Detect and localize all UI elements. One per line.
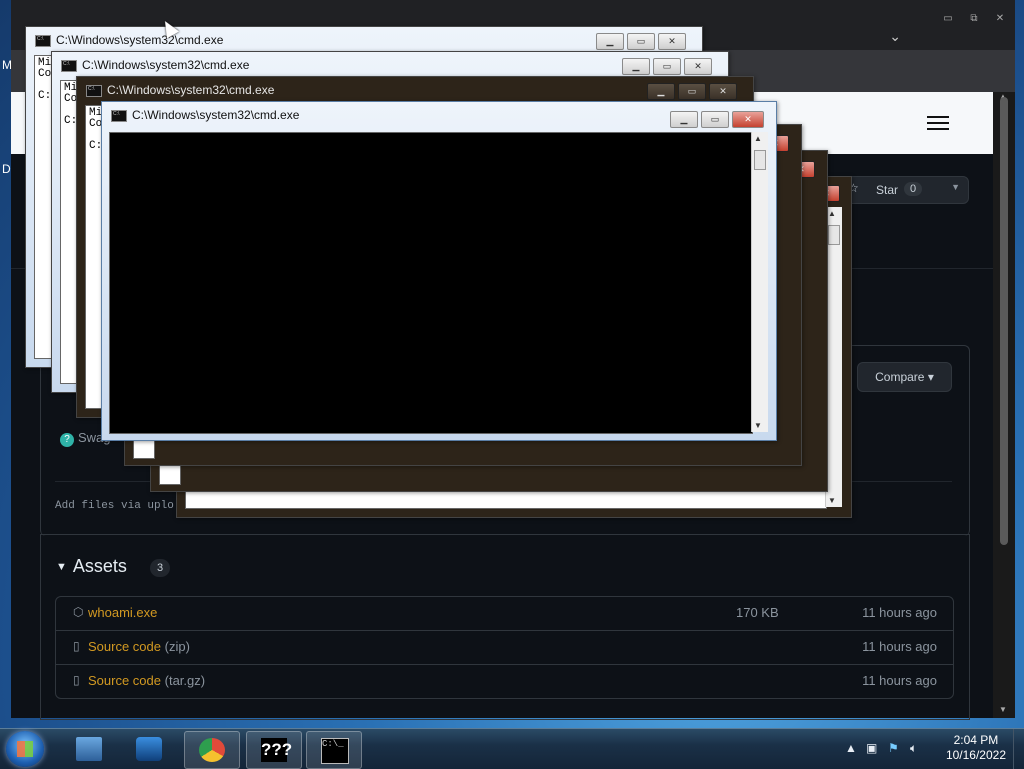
assets-title: Assets: [72, 556, 127, 576]
asset-link[interactable]: whoami.exe: [88, 605, 157, 620]
file-zip-icon: ▯: [73, 673, 80, 687]
browser-window-controls: ▭ ⧉ ✕: [937, 12, 1011, 26]
asset-link[interactable]: Source code (tar.gz): [88, 673, 205, 688]
window-title: C:\Windows\system32\cmd.exe: [56, 33, 224, 47]
maximize-icon[interactable]: ⧉: [963, 12, 985, 26]
cmd-icon: [35, 35, 51, 47]
page-scrollbar[interactable]: ▲ ▼: [993, 92, 1015, 718]
close-icon[interactable]: ✕: [658, 33, 686, 50]
hamburger-menu-icon[interactable]: [927, 112, 949, 134]
package-icon: ⬡: [73, 605, 84, 619]
minimize-icon[interactable]: ▁: [647, 83, 675, 100]
close-icon[interactable]: ✕: [732, 111, 764, 128]
volume-icon[interactable]: 🔈︎: [910, 741, 917, 756]
taskbar: ??? C:\_ ▲ ▣ ⚑ 🔈︎ 2:04 PM 10/16/2022: [0, 728, 1024, 769]
cmd-window-active[interactable]: C:\Windows\system32\cmd.exe ▁ ▭ ✕ ▲▼: [101, 101, 777, 441]
console-area[interactable]: [109, 132, 753, 434]
asset-time: 11 hours ago: [862, 605, 937, 620]
commit-message: Add files via uplo: [55, 500, 174, 512]
cmd-icon: [111, 110, 127, 122]
minimize-icon[interactable]: ▁: [596, 33, 624, 50]
file-zip-icon: ▯: [73, 639, 80, 653]
minimize-icon[interactable]: ▁: [670, 111, 698, 128]
star-label: Star: [876, 183, 899, 197]
network-icon[interactable]: ▣: [866, 741, 877, 755]
window-title: C:\Windows\system32\cmd.exe: [132, 108, 300, 122]
assets-toggle[interactable]: ▼ Assets: [56, 556, 127, 577]
collapse-triangle-icon: ▼: [56, 561, 67, 573]
start-button[interactable]: [6, 731, 44, 767]
compare-label: Compare: [875, 370, 925, 384]
action-center-flag-icon[interactable]: ⚑: [888, 741, 899, 755]
asset-time: 11 hours ago: [862, 639, 937, 654]
clock-date: 10/16/2022: [945, 748, 1006, 762]
desktop-icon-label[interactable]: D: [2, 162, 11, 176]
taskbar-chrome[interactable]: [184, 731, 240, 769]
chrome-icon: [199, 738, 225, 762]
caret-down-icon: ▾: [927, 370, 934, 384]
close-icon[interactable]: ✕: [709, 83, 737, 100]
windows-logo-icon: [17, 741, 33, 757]
window-title: C:\Windows\system32\cmd.exe: [82, 58, 250, 72]
taskbar-explorer[interactable]: [62, 731, 116, 767]
asset-row: ⬡ whoami.exe 170 KB 11 hours ago: [56, 597, 953, 631]
asset-size: 170 KB: [736, 605, 779, 620]
asset-time: 11 hours ago: [862, 673, 937, 688]
taskbar-media-player[interactable]: [122, 731, 176, 767]
window-title: C:\Windows\system32\cmd.exe: [107, 83, 275, 97]
maximize-icon[interactable]: ▭: [653, 58, 681, 75]
author-avatar-icon: ?: [60, 433, 74, 447]
maximize-icon[interactable]: ▭: [627, 33, 655, 50]
show-hidden-icons-icon[interactable]: ▲: [845, 741, 857, 755]
asset-row: ▯ Source code (zip) 11 hours ago: [56, 631, 953, 665]
close-icon[interactable]: ✕: [684, 58, 712, 75]
star-count: 0: [904, 182, 923, 196]
asset-link[interactable]: Source code (zip): [88, 639, 190, 654]
minimize-icon[interactable]: ▭: [937, 12, 959, 26]
taskbar-unknown-app[interactable]: ???: [246, 731, 302, 769]
compare-button[interactable]: Compare ▾: [857, 362, 952, 392]
system-tray: ▲ ▣ ⚑ 🔈︎ 2:04 PM 10/16/2022: [824, 729, 1024, 769]
asset-row: ▯ Source code (tar.gz) 11 hours ago: [56, 665, 953, 698]
scrollbar-thumb[interactable]: [1000, 97, 1008, 545]
maximize-icon[interactable]: ▭: [701, 111, 729, 128]
cmd-icon: [86, 85, 102, 97]
media-player-icon: [136, 737, 162, 761]
cmd-icon: C:\_: [321, 738, 349, 764]
clock-time: 2:04 PM: [953, 733, 999, 747]
star-dropdown-icon[interactable]: ▼: [951, 182, 960, 192]
clock[interactable]: 2:04 PM 10/16/2022: [946, 733, 1006, 763]
assets-count-badge: 3: [150, 559, 170, 577]
unknown-app-icon: ???: [261, 738, 292, 762]
cmd-icon: [61, 60, 77, 72]
tab-search-chevron-icon[interactable]: ⌄: [889, 28, 901, 45]
scroll-down-arrow[interactable]: ▼: [999, 705, 1007, 714]
assets-list: ⬡ whoami.exe 170 KB 11 hours ago ▯ Sourc…: [55, 596, 954, 699]
show-desktop-button[interactable]: [1013, 729, 1024, 769]
taskbar-cmd[interactable]: C:\_: [306, 731, 362, 769]
folder-icon: [76, 737, 102, 761]
star-button[interactable]: ☆ Star 0 ▼: [839, 176, 969, 204]
close-icon[interactable]: ✕: [989, 12, 1011, 26]
console-scrollbar[interactable]: ▲ ▼: [751, 132, 768, 432]
minimize-icon[interactable]: ▁: [622, 58, 650, 75]
maximize-icon[interactable]: ▭: [678, 83, 706, 100]
